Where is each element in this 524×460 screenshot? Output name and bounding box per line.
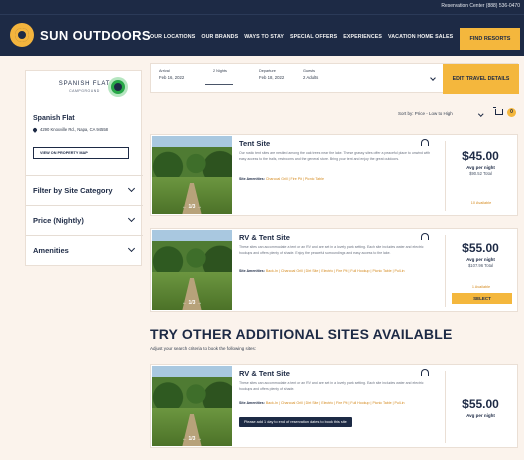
guests-value: 2 Adults [303,75,319,80]
chevron-down-icon [127,214,136,223]
price-per-night: Avg per night [466,257,495,262]
price-box: $45.00 Avg per night $90.52 Total 10 Ava… [445,141,515,211]
reservation-center-link[interactable]: Reservation Center (888) 536-0470 [441,3,520,9]
nav-ways-to-stay[interactable]: WAYS TO STAY [244,34,284,40]
nav-special-offers[interactable]: SPECIAL OFFERS [290,34,337,40]
arrival-label: Arrival [159,69,170,73]
amenities-list: Charcoal Grill | Fire Pit | Picnic Table [265,177,324,181]
availability-count: 1 Available [471,285,491,289]
photo-carousel-nav[interactable]: ← 1/3 → [152,300,232,306]
site-card-tent: ← 1/3 → Tent Site Our rustic tent sites … [150,134,518,216]
amenities-list: Back-In | Charcoal Grill | Dirt Site | E… [265,401,405,405]
site-card-other-rv-tent: ← 1/3 → RV & Tent Site These sites can a… [150,364,518,448]
nav-experiences[interactable]: EXPERIENCES [343,34,382,40]
view-property-map-button[interactable]: VIEW ON PROPERTY MAP [33,147,129,159]
site-photo[interactable]: ← 1/3 → [152,136,232,214]
chevron-down-icon[interactable] [430,75,436,81]
guests-field[interactable]: Guests 2 Adults [303,69,318,80]
nav-our-locations[interactable]: OUR LOCATIONS [150,34,195,40]
price-total: $107.96 Total [467,263,494,268]
site-title[interactable]: RV & Tent Site [239,233,290,242]
site-card-rv-tent: ← 1/3 → RV & Tent Site These sites can a… [150,228,518,312]
sun-logo-icon [10,23,34,47]
nav-vacation-home-sales[interactable]: VACATION HOME SALES [388,34,453,40]
arrival-value: Feb 16, 2022 [159,75,185,80]
site-price: $55.00 [462,241,499,255]
filter-amenities-label: Amenities [33,246,69,255]
edit-travel-details-button[interactable]: EDIT TRAVEL DETAILS [443,64,519,94]
filter-amenities[interactable]: Amenities [26,235,143,263]
brand-logo[interactable]: SUN OUTDOORS [10,23,151,47]
chevron-down-icon [127,244,136,253]
site-amenities: Site Amenities: Back-In | Charcoal Grill… [239,401,429,407]
site-photo[interactable]: ← 1/3 → [152,366,232,446]
site-photo[interactable]: ← 1/3 → [152,230,232,310]
sort-select[interactable]: Sort by: Price - Low to High [398,111,453,116]
site-description: These sites can accommodate a tent or an… [239,381,424,391]
price-per-night: Avg per night [466,165,495,170]
amenities-label: Site Amenities: [239,269,265,273]
site-description: These sites can accommodate a tent or an… [239,245,424,255]
brand-name: SUN OUTDOORS [40,27,151,43]
nav-links: OUR LOCATIONS OUR BRANDS WAYS TO STAY SP… [150,34,453,40]
price-box: $55.00 Avg per night [445,371,515,443]
photo-carousel-nav[interactable]: ← 1/3 → [152,204,232,210]
park-address: 4290 Knoxville Rd., Napa, CA 94558 [32,126,108,133]
photo-carousel-nav[interactable]: ← 1/3 → [152,436,232,442]
chevron-down-icon [127,184,136,193]
nights-field: 2 Nights [213,69,227,73]
filter-site-category-label: Filter by Site Category [33,186,113,195]
site-amenities: Site Amenities: Back-In | Charcoal Grill… [239,269,435,275]
departure-label: Departure [259,69,276,73]
location-pin-icon [32,126,38,133]
chevron-down-icon [478,111,484,117]
site-title[interactable]: RV & Tent Site [239,369,290,378]
filter-price-nightly[interactable]: Price (Nightly) [26,205,143,233]
nights-divider-line [205,84,233,85]
other-sites-heading: TRY OTHER ADDITIONAL SITES AVAILABLE [150,326,453,342]
cart-count-badge: 0 [507,108,516,117]
availability-count: 10 Available [470,201,492,205]
site-amenities: Site Amenities: Charcoal Grill | Fire Pi… [239,177,435,183]
park-sidebar: SPANISH FLAT CAMPGROUND Spanish Flat 429… [25,70,143,266]
price-total: $90.52 Total [469,171,492,176]
site-description: Our rustic tent sites are nestled among … [239,151,431,161]
amenities-label: Site Amenities: [239,401,265,405]
nights-label: 2 Nights [213,69,227,73]
site-price: $55.00 [462,397,499,411]
top-utility-bar: Reservation Center (888) 536-0470 [0,0,524,14]
price-per-night: Avg per night [466,413,495,418]
map-marker-icon[interactable] [111,80,125,94]
availability-tooltip: Please add 1 day to end of reservation d… [239,417,352,427]
departure-value: Feb 18, 2022 [259,75,285,80]
travel-details-bar: Arrival Feb 16, 2022 2 Nights Departure … [150,63,519,94]
other-sites-subtitle: Adjust your search criteria to book the … [150,346,257,351]
guests-label: Guests [303,69,316,73]
amenities-label: Site Amenities: [239,177,265,181]
amenities-list: Back-In | Charcoal Grill | Dirt Site | E… [265,269,405,273]
tent-icon [421,139,429,146]
select-site-button[interactable]: SELECT [452,293,512,304]
rv-icon [421,369,429,376]
park-name: Spanish Flat [33,115,75,122]
find-resorts-button[interactable]: FIND RESORTS [460,28,520,50]
cart-icon[interactable] [493,107,503,115]
price-box: $55.00 Avg per night $107.96 Total 1 Ava… [445,235,515,307]
park-logo-subtext: CAMPGROUND [69,89,100,93]
rv-icon [421,233,429,240]
filter-price-label: Price (Nightly) [33,216,84,225]
park-address-text: 4290 Knoxville Rd., Napa, CA 94558 [40,127,108,132]
nav-our-brands[interactable]: OUR BRANDS [201,34,238,40]
site-price: $45.00 [462,149,499,163]
park-logo-text: SPANISH FLAT [58,81,111,87]
filter-site-category[interactable]: Filter by Site Category [26,175,143,203]
site-title[interactable]: Tent Site [239,139,270,148]
arrival-field[interactable]: Arrival Feb 16, 2022 [159,69,184,80]
main-navbar: SUN OUTDOORS OUR LOCATIONS OUR BRANDS WA… [0,14,524,56]
departure-field[interactable]: Departure Feb 18, 2022 [259,69,284,80]
